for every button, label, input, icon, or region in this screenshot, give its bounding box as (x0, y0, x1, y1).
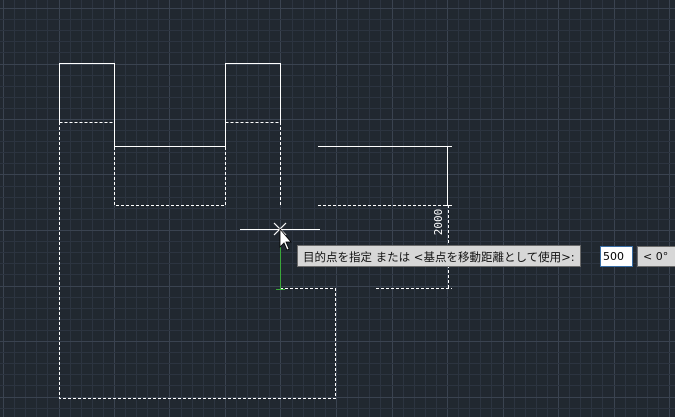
drawing-canvas[interactable]: 2000 (0, 0, 675, 417)
dimension-text: 2000 (432, 209, 445, 236)
angle-input[interactable]: < 0° (637, 246, 675, 267)
distance-input[interactable] (600, 246, 633, 267)
drawing-viewport[interactable]: 2000 目的点を指定 または <基点を移動距離として使用>: < 0° (0, 0, 675, 417)
original-geometry[interactable] (59, 63, 448, 230)
left-tab[interactable] (59, 63, 281, 147)
crosshair-arrow-icon (273, 222, 292, 251)
vertical-dimension[interactable] (443, 146, 452, 206)
dynamic-input-prompt: 目的点を指定 または <基点を移動距離として使用>: (297, 245, 581, 267)
